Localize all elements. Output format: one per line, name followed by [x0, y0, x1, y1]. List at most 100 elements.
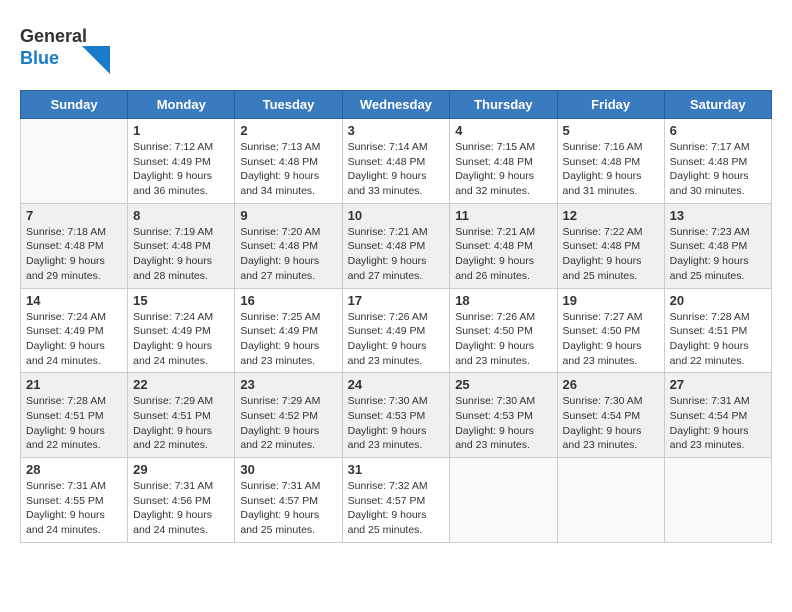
day-number: 7	[26, 208, 122, 223]
day-number: 27	[670, 377, 766, 392]
day-number: 11	[455, 208, 551, 223]
day-number: 20	[670, 293, 766, 308]
day-number: 21	[26, 377, 122, 392]
day-info: Sunrise: 7:15 AM Sunset: 4:48 PM Dayligh…	[455, 140, 551, 199]
day-info: Sunrise: 7:32 AM Sunset: 4:57 PM Dayligh…	[348, 479, 445, 538]
calendar-week-row: 7 Sunrise: 7:18 AM Sunset: 4:48 PM Daylig…	[21, 203, 772, 288]
calendar-cell: 27 Sunrise: 7:31 AM Sunset: 4:54 PM Dayli…	[664, 373, 771, 458]
day-info: Sunrise: 7:31 AM Sunset: 4:56 PM Dayligh…	[133, 479, 229, 538]
calendar-cell: 7 Sunrise: 7:18 AM Sunset: 4:48 PM Daylig…	[21, 203, 128, 288]
calendar-cell: 23 Sunrise: 7:29 AM Sunset: 4:52 PM Dayli…	[235, 373, 342, 458]
day-number: 16	[240, 293, 336, 308]
day-number: 25	[455, 377, 551, 392]
calendar-cell: 15 Sunrise: 7:24 AM Sunset: 4:49 PM Dayli…	[128, 288, 235, 373]
day-number: 5	[563, 123, 659, 138]
calendar-cell: 26 Sunrise: 7:30 AM Sunset: 4:54 PM Dayli…	[557, 373, 664, 458]
day-number: 9	[240, 208, 336, 223]
day-info: Sunrise: 7:16 AM Sunset: 4:48 PM Dayligh…	[563, 140, 659, 199]
day-info: Sunrise: 7:29 AM Sunset: 4:51 PM Dayligh…	[133, 394, 229, 453]
day-info: Sunrise: 7:31 AM Sunset: 4:54 PM Dayligh…	[670, 394, 766, 453]
logo: General Blue	[20, 20, 110, 80]
calendar-week-row: 28 Sunrise: 7:31 AM Sunset: 4:55 PM Dayli…	[21, 458, 772, 543]
calendar-week-row: 21 Sunrise: 7:28 AM Sunset: 4:51 PM Dayli…	[21, 373, 772, 458]
day-info: Sunrise: 7:28 AM Sunset: 4:51 PM Dayligh…	[26, 394, 122, 453]
day-info: Sunrise: 7:24 AM Sunset: 4:49 PM Dayligh…	[133, 310, 229, 369]
calendar-cell: 18 Sunrise: 7:26 AM Sunset: 4:50 PM Dayli…	[450, 288, 557, 373]
weekday-header: Monday	[128, 91, 235, 119]
calendar-cell: 12 Sunrise: 7:22 AM Sunset: 4:48 PM Dayli…	[557, 203, 664, 288]
day-number: 15	[133, 293, 229, 308]
calendar-cell: 16 Sunrise: 7:25 AM Sunset: 4:49 PM Dayli…	[235, 288, 342, 373]
day-number: 30	[240, 462, 336, 477]
day-number: 18	[455, 293, 551, 308]
day-info: Sunrise: 7:25 AM Sunset: 4:49 PM Dayligh…	[240, 310, 336, 369]
svg-text:General: General	[20, 26, 87, 46]
day-info: Sunrise: 7:26 AM Sunset: 4:50 PM Dayligh…	[455, 310, 551, 369]
day-number: 1	[133, 123, 229, 138]
day-number: 28	[26, 462, 122, 477]
calendar-week-row: 1Sunrise: 7:12 AM Sunset: 4:49 PM Daylig…	[21, 119, 772, 204]
day-info: Sunrise: 7:18 AM Sunset: 4:48 PM Dayligh…	[26, 225, 122, 284]
day-info: Sunrise: 7:14 AM Sunset: 4:48 PM Dayligh…	[348, 140, 445, 199]
day-info: Sunrise: 7:27 AM Sunset: 4:50 PM Dayligh…	[563, 310, 659, 369]
calendar-cell: 1Sunrise: 7:12 AM Sunset: 4:49 PM Daylig…	[128, 119, 235, 204]
calendar-cell: 11Sunrise: 7:21 AM Sunset: 4:48 PM Dayli…	[450, 203, 557, 288]
day-info: Sunrise: 7:31 AM Sunset: 4:57 PM Dayligh…	[240, 479, 336, 538]
day-info: Sunrise: 7:26 AM Sunset: 4:49 PM Dayligh…	[348, 310, 445, 369]
weekday-header: Saturday	[664, 91, 771, 119]
calendar-table: SundayMondayTuesdayWednesdayThursdayFrid…	[20, 90, 772, 543]
day-info: Sunrise: 7:19 AM Sunset: 4:48 PM Dayligh…	[133, 225, 229, 284]
calendar-cell: 28 Sunrise: 7:31 AM Sunset: 4:55 PM Dayli…	[21, 458, 128, 543]
calendar-cell	[557, 458, 664, 543]
day-info: Sunrise: 7:28 AM Sunset: 4:51 PM Dayligh…	[670, 310, 766, 369]
svg-text:Blue: Blue	[20, 48, 59, 68]
calendar-cell: 25 Sunrise: 7:30 AM Sunset: 4:53 PM Dayli…	[450, 373, 557, 458]
calendar-cell	[450, 458, 557, 543]
calendar-cell	[21, 119, 128, 204]
day-info: Sunrise: 7:22 AM Sunset: 4:48 PM Dayligh…	[563, 225, 659, 284]
weekday-header: Wednesday	[342, 91, 450, 119]
weekday-header: Sunday	[21, 91, 128, 119]
day-info: Sunrise: 7:13 AM Sunset: 4:48 PM Dayligh…	[240, 140, 336, 199]
day-info: Sunrise: 7:21 AM Sunset: 4:48 PM Dayligh…	[348, 225, 445, 284]
day-info: Sunrise: 7:23 AM Sunset: 4:48 PM Dayligh…	[670, 225, 766, 284]
calendar-cell: 2Sunrise: 7:13 AM Sunset: 4:48 PM Daylig…	[235, 119, 342, 204]
calendar-cell	[664, 458, 771, 543]
calendar-week-row: 14Sunrise: 7:24 AM Sunset: 4:49 PM Dayli…	[21, 288, 772, 373]
day-info: Sunrise: 7:30 AM Sunset: 4:53 PM Dayligh…	[455, 394, 551, 453]
calendar-cell: 30 Sunrise: 7:31 AM Sunset: 4:57 PM Dayli…	[235, 458, 342, 543]
day-info: Sunrise: 7:30 AM Sunset: 4:54 PM Dayligh…	[563, 394, 659, 453]
day-number: 10	[348, 208, 445, 223]
calendar-cell: 31 Sunrise: 7:32 AM Sunset: 4:57 PM Dayli…	[342, 458, 450, 543]
calendar-cell: 29Sunrise: 7:31 AM Sunset: 4:56 PM Dayli…	[128, 458, 235, 543]
day-number: 22	[133, 377, 229, 392]
calendar-cell: 20 Sunrise: 7:28 AM Sunset: 4:51 PM Dayli…	[664, 288, 771, 373]
page-header: General Blue	[20, 20, 772, 80]
calendar-cell: 9 Sunrise: 7:20 AM Sunset: 4:48 PM Daylig…	[235, 203, 342, 288]
weekday-header: Tuesday	[235, 91, 342, 119]
day-number: 3	[348, 123, 445, 138]
weekday-header: Thursday	[450, 91, 557, 119]
calendar-cell: 3 Sunrise: 7:14 AM Sunset: 4:48 PM Daylig…	[342, 119, 450, 204]
day-info: Sunrise: 7:30 AM Sunset: 4:53 PM Dayligh…	[348, 394, 445, 453]
day-number: 12	[563, 208, 659, 223]
day-info: Sunrise: 7:29 AM Sunset: 4:52 PM Dayligh…	[240, 394, 336, 453]
calendar-cell: 6Sunrise: 7:17 AM Sunset: 4:48 PM Daylig…	[664, 119, 771, 204]
calendar-cell: 19Sunrise: 7:27 AM Sunset: 4:50 PM Dayli…	[557, 288, 664, 373]
day-info: Sunrise: 7:31 AM Sunset: 4:55 PM Dayligh…	[26, 479, 122, 538]
day-info: Sunrise: 7:24 AM Sunset: 4:49 PM Dayligh…	[26, 310, 122, 369]
day-number: 24	[348, 377, 445, 392]
day-number: 31	[348, 462, 445, 477]
day-number: 13	[670, 208, 766, 223]
day-number: 4	[455, 123, 551, 138]
day-info: Sunrise: 7:20 AM Sunset: 4:48 PM Dayligh…	[240, 225, 336, 284]
calendar-cell: 5 Sunrise: 7:16 AM Sunset: 4:48 PM Daylig…	[557, 119, 664, 204]
calendar-cell: 4 Sunrise: 7:15 AM Sunset: 4:48 PM Daylig…	[450, 119, 557, 204]
calendar-cell: 17 Sunrise: 7:26 AM Sunset: 4:49 PM Dayli…	[342, 288, 450, 373]
calendar-cell: 22 Sunrise: 7:29 AM Sunset: 4:51 PM Dayli…	[128, 373, 235, 458]
day-number: 17	[348, 293, 445, 308]
calendar-cell: 13 Sunrise: 7:23 AM Sunset: 4:48 PM Dayli…	[664, 203, 771, 288]
day-number: 26	[563, 377, 659, 392]
weekday-header-row: SundayMondayTuesdayWednesdayThursdayFrid…	[21, 91, 772, 119]
day-number: 23	[240, 377, 336, 392]
